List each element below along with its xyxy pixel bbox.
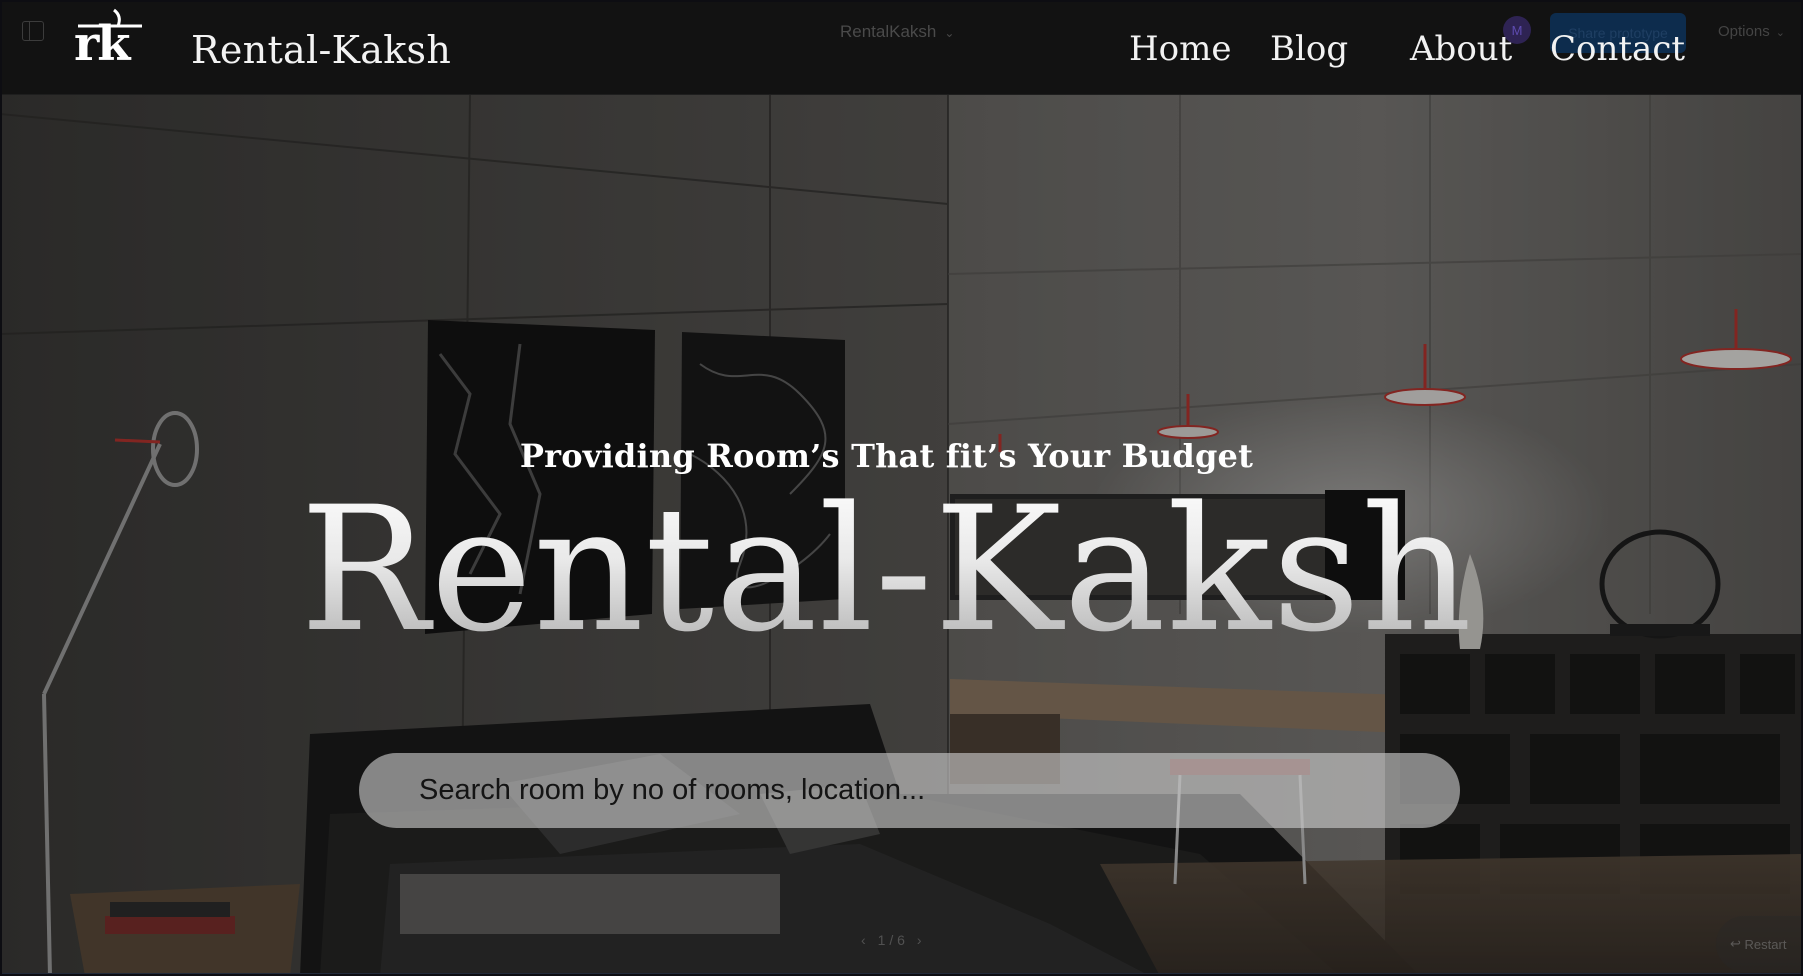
nav-contact-link[interactable]: Contact: [1550, 29, 1685, 69]
hero-title: Rental-Kaksh: [0, 470, 1773, 670]
chevron-down-icon: ⌄: [1775, 27, 1785, 39]
search-input[interactable]: [417, 773, 1401, 808]
restart-button[interactable]: ↩ Restart: [1716, 916, 1803, 972]
chevron-left-icon[interactable]: ‹: [861, 932, 866, 948]
options-label: Options: [1718, 23, 1770, 40]
page-indicator: 1 / 6: [877, 932, 905, 948]
nav-home-link[interactable]: Home: [1129, 29, 1231, 69]
top-navbar: rk Rental-Kaksh RentalKaksh ⌄ M Share pro…: [2, 2, 1801, 95]
nav-blog-link[interactable]: Blog: [1270, 29, 1348, 69]
restart-icon: ↩: [1730, 936, 1741, 951]
search-bar[interactable]: [359, 753, 1460, 828]
prototype-pager[interactable]: ‹ 1 / 6 ›: [855, 932, 928, 948]
restart-label: Restart: [1744, 936, 1787, 952]
chevron-right-icon[interactable]: ›: [917, 932, 922, 948]
prototype-page: rk Rental-Kaksh RentalKaksh ⌄ M Share pro…: [0, 0, 1803, 976]
options-menu[interactable]: Options ⌄: [1718, 23, 1785, 40]
nav-about-link[interactable]: About: [1410, 29, 1512, 69]
nav-links: Home Blog About Contact: [2, 2, 1801, 94]
